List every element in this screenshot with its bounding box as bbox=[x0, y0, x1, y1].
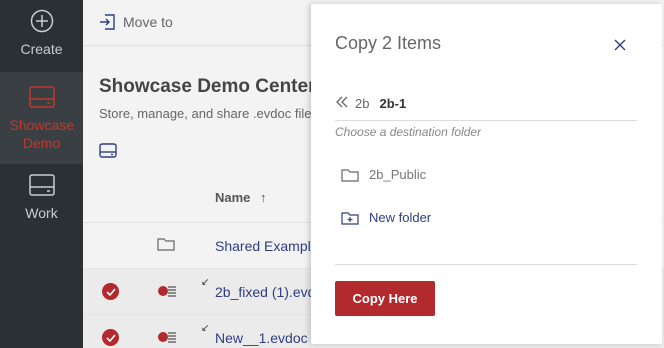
move-to-icon bbox=[100, 14, 115, 30]
file-name-link[interactable]: Shared Example bbox=[215, 238, 319, 254]
column-header-name[interactable]: Name ↑ bbox=[215, 190, 267, 205]
close-icon[interactable] bbox=[612, 37, 628, 53]
sidebar-item-work[interactable]: Work bbox=[0, 172, 83, 232]
copy-items-dialog: Copy 2 Items 2b 2b-1 Choose a destinatio… bbox=[311, 4, 662, 344]
page-subtitle: Store, manage, and share .evdoc files bbox=[99, 106, 318, 121]
selected-check-icon[interactable] bbox=[102, 329, 119, 346]
sidebar-item-create[interactable]: Create bbox=[0, 8, 83, 70]
evdoc-file-icon bbox=[157, 283, 177, 304]
selected-check-icon[interactable] bbox=[102, 283, 119, 300]
breadcrumb-parent[interactable]: 2b bbox=[355, 96, 369, 111]
breadcrumb-current: 2b-1 bbox=[379, 96, 407, 111]
divider bbox=[335, 120, 637, 121]
breadcrumb: 2b 2b-1 bbox=[335, 96, 406, 111]
folder-name: 2b_Public bbox=[369, 167, 427, 182]
folder-item[interactable]: 2b_Public bbox=[341, 167, 426, 182]
plus-circle-icon bbox=[29, 8, 55, 34]
move-to-label: Move to bbox=[123, 14, 173, 30]
destination-hint: Choose a destination folder bbox=[335, 125, 482, 139]
sidebar-item-label: Showcase Demo bbox=[9, 117, 75, 152]
double-chevron-left-icon[interactable] bbox=[335, 96, 349, 111]
divider bbox=[335, 264, 637, 265]
page-title: Showcase Demo Center bbox=[99, 76, 316, 97]
showcase-icon bbox=[28, 84, 55, 110]
sidebar-item-label: Create bbox=[20, 41, 63, 57]
link-arrow-icon: ↙ bbox=[201, 277, 210, 288]
view-toggle-icon[interactable] bbox=[99, 143, 117, 163]
evdoc-file-icon bbox=[157, 329, 177, 348]
sidebar: Create Showcase Demo Work bbox=[0, 0, 83, 348]
new-folder-button[interactable]: New folder bbox=[341, 210, 431, 225]
sidebar-item-label: Work bbox=[25, 205, 58, 221]
work-icon bbox=[28, 172, 55, 198]
new-folder-icon bbox=[341, 211, 359, 225]
copy-here-button[interactable]: Copy Here bbox=[335, 281, 435, 316]
folder-icon bbox=[341, 168, 359, 182]
move-to-button[interactable]: Move to bbox=[99, 13, 173, 31]
dialog-title: Copy 2 Items bbox=[335, 33, 442, 53]
file-name-link[interactable]: New__1.evdoc bbox=[215, 330, 308, 346]
sidebar-item-showcase-demo[interactable]: Showcase Demo bbox=[0, 72, 83, 164]
link-arrow-icon: ↙ bbox=[201, 323, 210, 334]
new-folder-label: New folder bbox=[369, 210, 432, 225]
folder-icon bbox=[157, 237, 175, 256]
sort-arrow-up-icon: ↑ bbox=[260, 190, 267, 205]
